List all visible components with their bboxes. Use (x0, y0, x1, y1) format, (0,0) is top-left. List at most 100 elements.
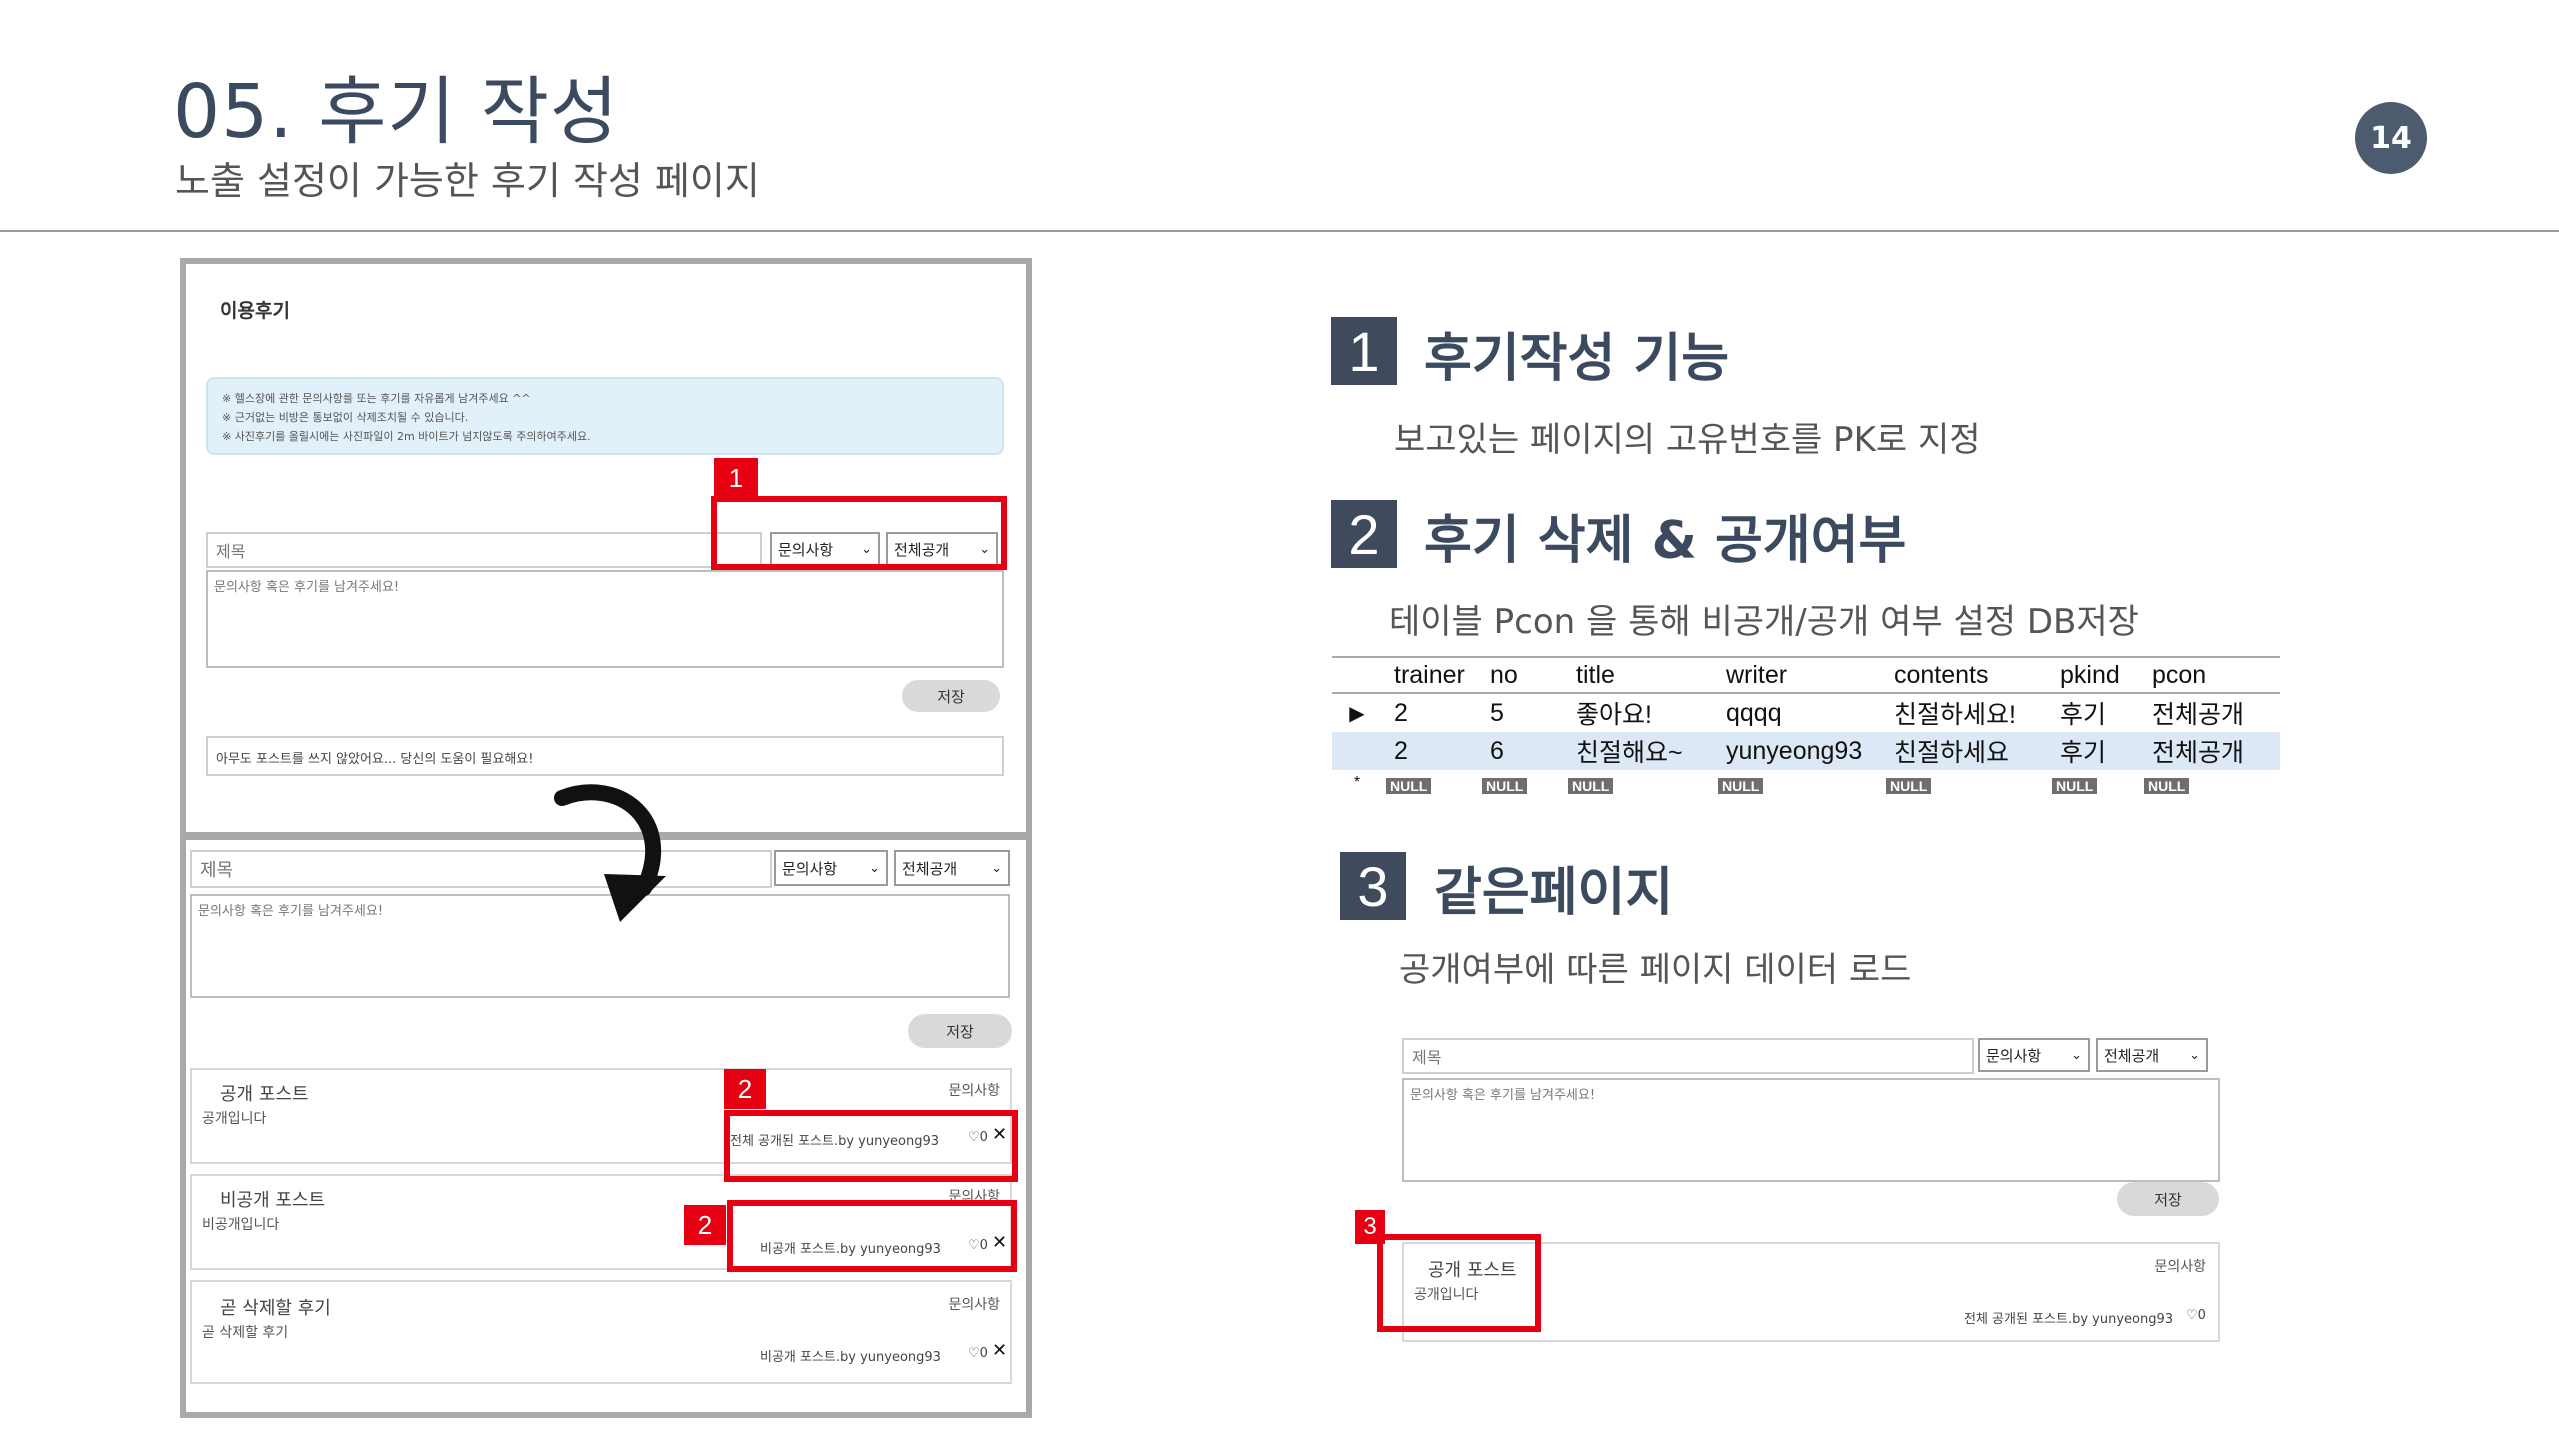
null-chip: NULL (1568, 777, 1614, 794)
curved-arrow-icon (554, 784, 666, 922)
notice-box: ※ 헬스장에 관한 문의사항를 또는 후기를 자유롭게 남겨주세요 ^^ ※ 근… (206, 377, 1004, 455)
column-header[interactable]: pkind (2048, 661, 2140, 690)
null-cell: NULL (1382, 769, 1478, 798)
table-cell[interactable]: yunyeong93 (1714, 737, 1882, 766)
table-cell[interactable]: qqqq (1714, 699, 1882, 728)
table-cell[interactable]: 전체공개 (2140, 695, 2270, 731)
post-category: 문의사항 (948, 1083, 1000, 1099)
table-cell[interactable]: 친절하세요! (1882, 695, 2048, 731)
highlight-box-select (711, 496, 1007, 570)
table-cell[interactable]: 후기 (2048, 695, 2140, 731)
table-cell[interactable]: 2 (1382, 737, 1478, 766)
table-row-new[interactable]: * NULL NULL NULL NULL NULL NULL NULL (1332, 770, 2280, 796)
empty-posts-message: 아무도 포스트를 쓰지 않았어요... 당신의 도움이 필요해요! (206, 736, 1004, 776)
current-row-marker: ▶ (1349, 702, 1365, 725)
null-cell: NULL (1564, 769, 1714, 798)
section-title-2: 후기 삭제 & 공개여부 (1424, 511, 1907, 571)
review-textarea[interactable]: 문의사항 혹은 후기를 남겨주세요! (1402, 1078, 2220, 1182)
table-cell[interactable]: 5 (1478, 699, 1564, 728)
chevron-down-icon: ⌄ (2071, 1047, 2082, 1063)
null-chip: NULL (1886, 777, 1932, 794)
save-button[interactable]: 저장 (902, 680, 1000, 712)
post-category: 문의사항 (2154, 1259, 2206, 1275)
section-desc-2: 테이블 Pcon 을 통해 비공개/공개 여부 설정 DB저장 (1389, 602, 2139, 642)
post-title: 공개 포스트 (220, 1084, 309, 1105)
marker-3: 3 (1355, 1210, 1385, 1244)
db-result-grid: trainer no title writer contents pkind p… (1332, 656, 2280, 796)
notice-line: ※ 근거없는 비방은 통보없이 삭제조치될 수 있습니다. (222, 411, 469, 424)
slide-subtitle: 노출 설정이 가능한 후기 작성 페이지 (175, 159, 760, 203)
column-header[interactable]: writer (1714, 661, 1882, 690)
column-header[interactable]: no (1478, 661, 1564, 690)
db-header-row: trainer no title writer contents pkind p… (1332, 656, 2280, 694)
visibility-select[interactable]: 전체공개 ⌄ (2096, 1038, 2208, 1072)
section-number-3: 3 (1340, 852, 1406, 920)
null-cell: NULL (1478, 769, 1564, 798)
highlight-box-private-post (727, 1200, 1017, 1272)
marker-2: 2 (684, 1205, 726, 1245)
post-category: 문의사항 (948, 1297, 1000, 1313)
visibility-select[interactable]: 전체공개 ⌄ (894, 850, 1010, 886)
table-cell[interactable]: 친절하세요 (1882, 733, 2048, 769)
table-cell[interactable]: 6 (1478, 737, 1564, 766)
save-button[interactable]: 저장 (2117, 1182, 2219, 1216)
table-cell[interactable]: 친절해요~ (1564, 733, 1714, 769)
category-select[interactable]: 문의사항 ⌄ (774, 850, 888, 886)
chevron-down-icon: ⌄ (991, 860, 1002, 876)
table-cell[interactable]: 후기 (2048, 733, 2140, 769)
title-input[interactable]: 제목 (206, 532, 762, 568)
header-divider (0, 230, 2559, 232)
post-body: 곧 삭제할 후기 (202, 1325, 289, 1341)
post-meta: 전체 공개된 포스트.by yunyeong93 (1964, 1312, 2174, 1327)
section-desc-1: 보고있는 페이지의 고유번호를 PK로 지정 (1394, 420, 1981, 460)
visibility-select-value: 전체공개 (2104, 1046, 2160, 1065)
null-cell: NULL (2140, 769, 2270, 798)
null-cell: NULL (2048, 769, 2140, 798)
category-select-value: 문의사항 (782, 859, 838, 878)
post-body: 비공개입니다 (202, 1217, 280, 1233)
column-header[interactable]: title (1564, 661, 1714, 690)
section-title-1: 후기작성 기능 (1424, 329, 1730, 389)
table-row[interactable]: 2 6 친절해요~ yunyeong93 친절하세요 후기 전체공개 (1332, 732, 2280, 770)
section-number-1: 1 (1331, 317, 1397, 385)
chevron-down-icon: ⌄ (869, 860, 880, 876)
like-count[interactable]: ♡0 (2186, 1308, 2206, 1323)
null-chip: NULL (2144, 777, 2190, 794)
null-chip: NULL (1386, 777, 1432, 794)
table-cell[interactable]: 좋아요! (1564, 695, 1714, 731)
null-cell: NULL (1882, 769, 2048, 798)
column-header[interactable]: contents (1882, 661, 2048, 690)
post-body: 공개입니다 (202, 1111, 267, 1127)
visibility-select-value: 전체공개 (902, 859, 958, 878)
save-button[interactable]: 저장 (908, 1014, 1012, 1048)
category-select[interactable]: 문의사항 ⌄ (1978, 1038, 2090, 1072)
null-cell: NULL (1714, 769, 1882, 798)
like-count[interactable]: ♡0 (968, 1346, 988, 1361)
column-header[interactable]: pcon (2140, 661, 2270, 690)
chevron-down-icon: ⌄ (2189, 1047, 2200, 1063)
table-row[interactable]: ▶ 2 5 좋아요! qqqq 친절하세요! 후기 전체공개 (1332, 694, 2280, 732)
marker-2: 2 (724, 1069, 766, 1109)
table-cell[interactable]: 전체공개 (2140, 733, 2270, 769)
post-title: 곧 삭제할 후기 (220, 1298, 331, 1319)
close-icon[interactable]: ✕ (992, 1340, 1007, 1361)
section-desc-3: 공개여부에 따른 페이지 데이터 로드 (1399, 950, 1912, 990)
post-meta: 비공개 포스트.by yunyeong93 (760, 1350, 941, 1365)
null-chip: NULL (1482, 777, 1528, 794)
marker-1: 1 (714, 458, 758, 498)
table-cell[interactable]: 2 (1382, 699, 1478, 728)
review-textarea[interactable]: 문의사항 혹은 후기를 남겨주세요! (206, 570, 1004, 668)
null-chip: NULL (2052, 777, 2098, 794)
title-input[interactable]: 제목 (1402, 1038, 1974, 1074)
category-select-value: 문의사항 (1986, 1046, 2042, 1065)
highlight-box-public-post (1377, 1234, 1541, 1332)
column-header[interactable]: trainer (1382, 661, 1478, 690)
title-input[interactable]: 제목 (190, 850, 772, 888)
review-heading: 이용후기 (220, 300, 290, 322)
notice-line: ※ 헬스장에 관한 문의사항를 또는 후기를 자유롭게 남겨주세요 ^^ (222, 392, 531, 405)
section-title-3: 같은페이지 (1434, 863, 1674, 923)
post-title: 비공개 포스트 (220, 1190, 326, 1211)
section-number-2: 2 (1331, 500, 1397, 568)
new-row-marker: * (1353, 774, 1361, 791)
post-card-delete[interactable]: 곧 삭제할 후기 곧 삭제할 후기 문의사항 비공개 포스트.by yunyeo… (190, 1280, 1012, 1384)
